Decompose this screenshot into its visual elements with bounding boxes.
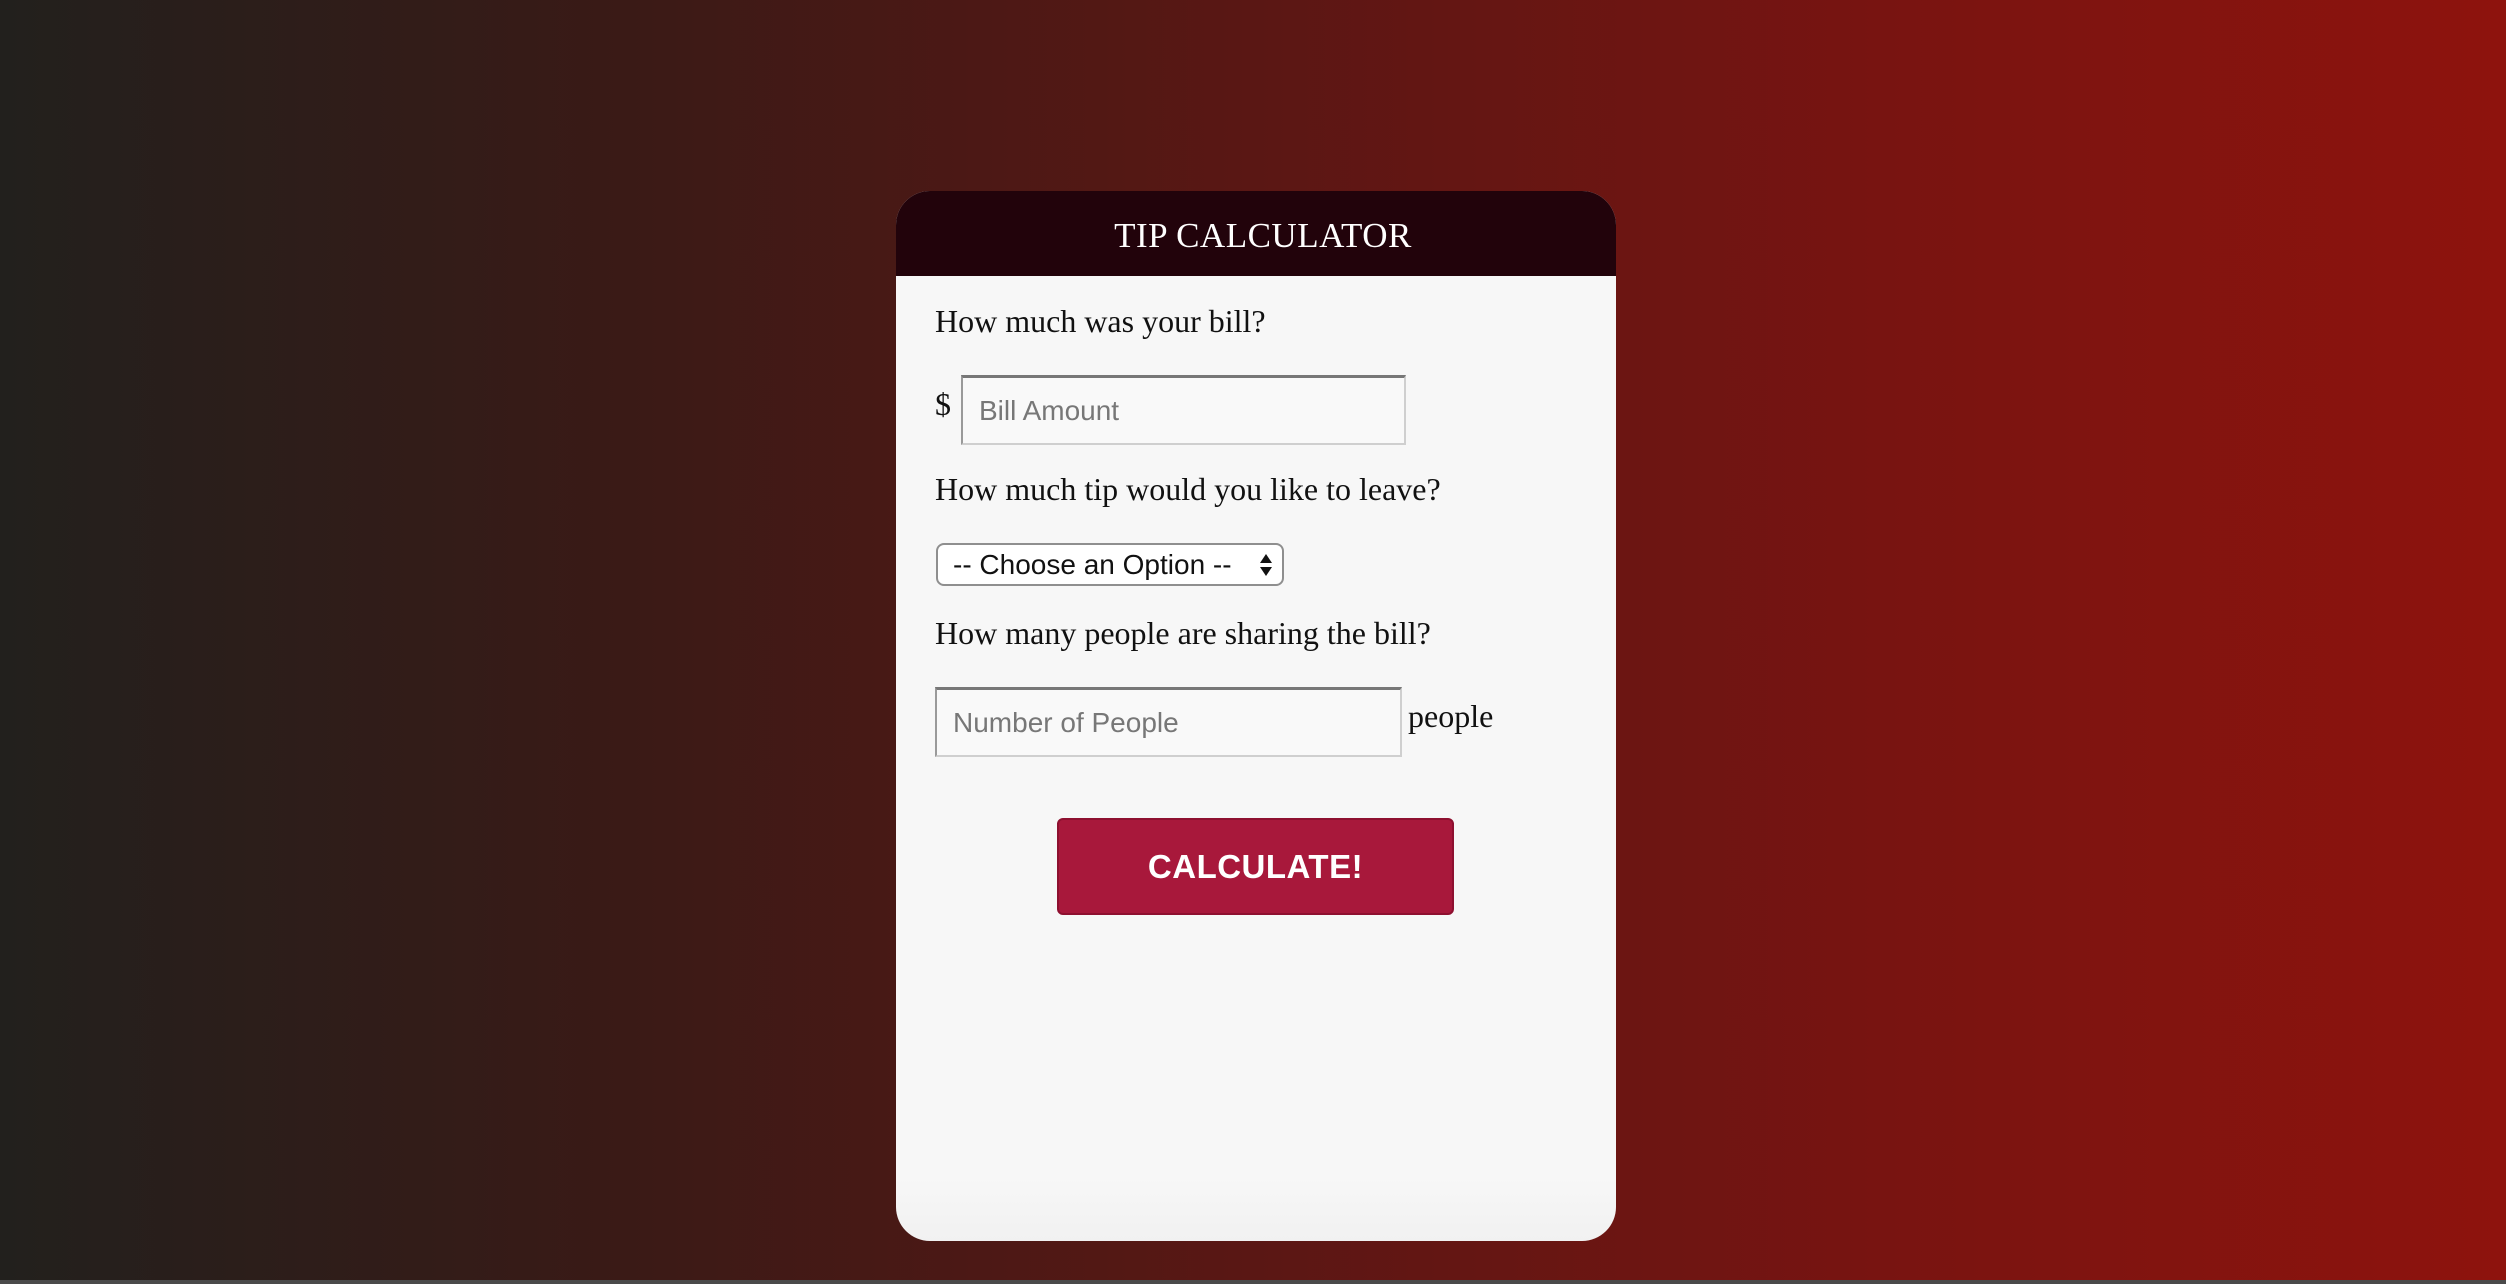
currency-symbol: $ [935, 386, 951, 422]
bill-amount-input[interactable] [961, 375, 1406, 445]
calculate-button[interactable]: CALCULATE! [1057, 818, 1454, 915]
people-unit-label: people [1408, 698, 1494, 734]
people-question-label: How many people are sharing the bill? [935, 615, 1431, 651]
tip-calculator-card: TIP CALCULATOR How much was your bill? $… [896, 191, 1616, 1241]
window-bottom-edge [0, 1280, 2506, 1284]
page-title: TIP CALCULATOR [1114, 215, 1412, 255]
tip-option-select[interactable]: -- Choose an Option -- [936, 543, 1284, 586]
tip-select-value: -- Choose an Option -- [953, 548, 1232, 580]
bill-question-label: How much was your bill? [935, 303, 1266, 339]
calculate-button-label: CALCULATE! [1147, 847, 1364, 885]
card-header: TIP CALCULATOR [896, 191, 1616, 276]
tip-question-label: How much tip would you like to leave? [935, 471, 1441, 507]
select-updown-icon [1260, 554, 1272, 576]
number-of-people-input[interactable] [935, 687, 1402, 757]
